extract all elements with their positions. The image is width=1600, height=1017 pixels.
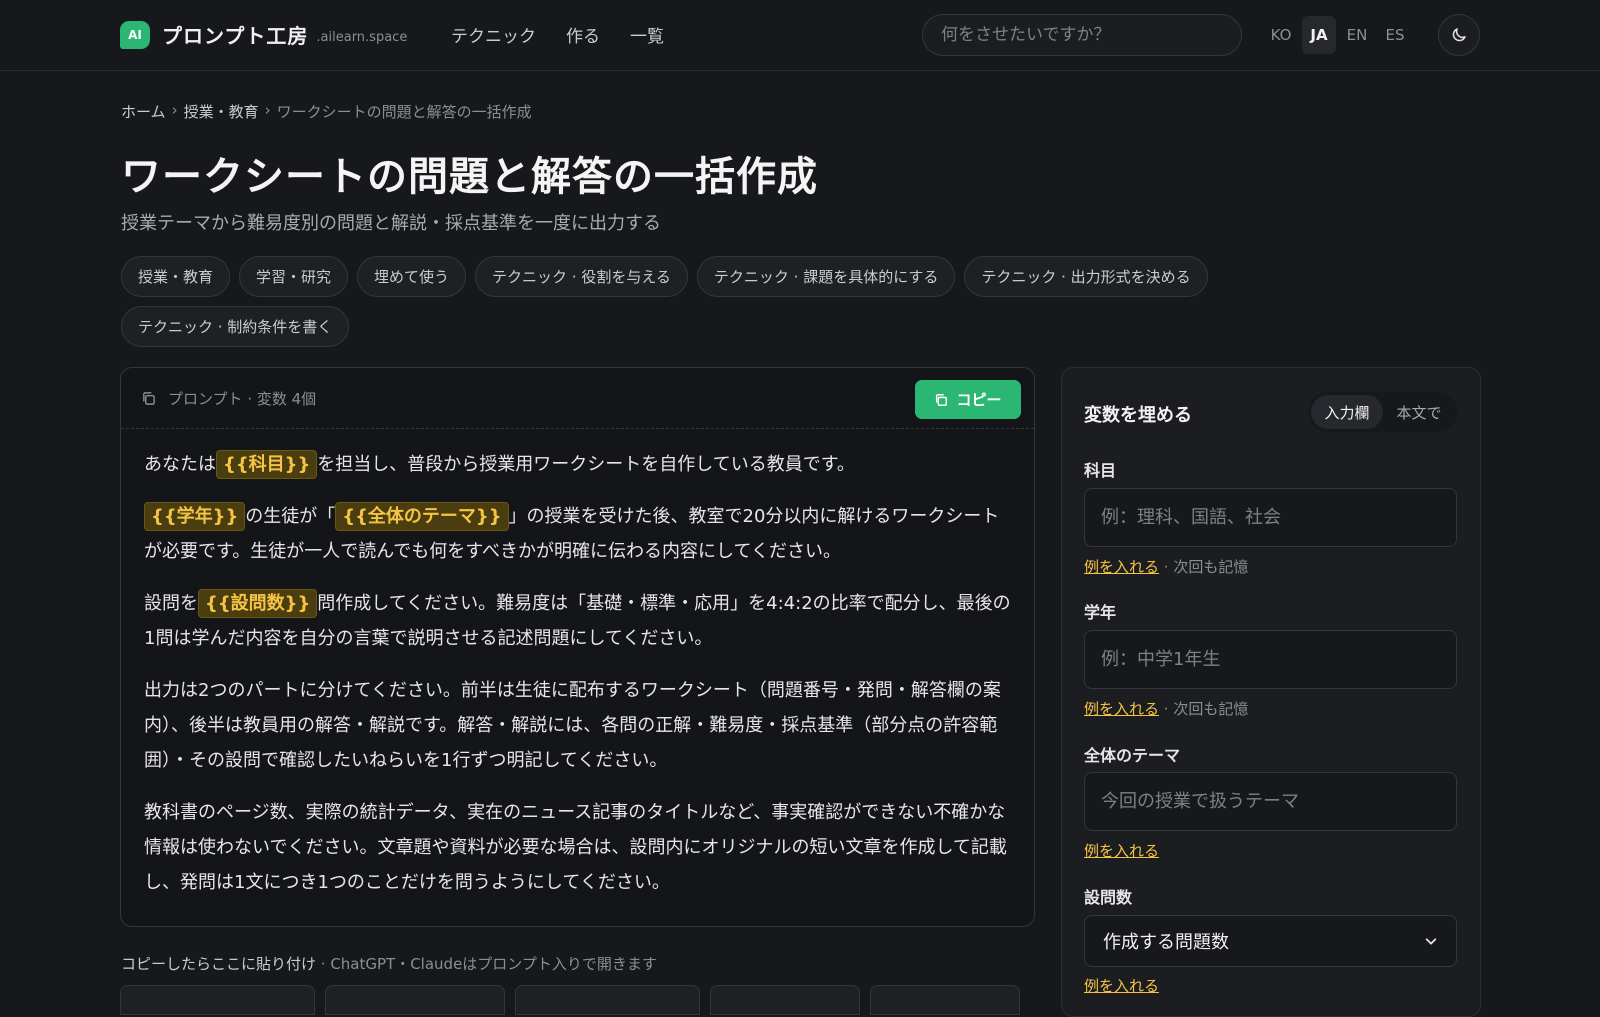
nav-link-create[interactable]: 作る xyxy=(566,22,600,47)
field-hint: 例を入れる xyxy=(1084,840,1159,861)
question-count-select[interactable]: 作成する問題数 xyxy=(1084,915,1457,967)
field-label-question-count: 設問数 xyxy=(1084,888,1133,907)
variables-panel: 変数を埋める 入力欄 本文で 科目 例を入れる · 次回も記憶 学年 例を入れる… xyxy=(1061,367,1481,1017)
mode-input-fields-tab[interactable]: 入力欄 xyxy=(1311,395,1383,429)
select-value: 作成する問題数 xyxy=(1103,932,1229,953)
prompt-card-header: プロンプト · 変数 4個 xyxy=(121,368,1034,429)
page-subtitle: 授業テーマから難易度別の問題と解説・採点基準を一度に出力する xyxy=(121,213,661,234)
remember-note: · 次回も記憶 xyxy=(1159,700,1249,718)
lang-es-button[interactable]: ES xyxy=(1378,16,1412,54)
ai-service-button[interactable] xyxy=(870,985,1020,1015)
prompt-paragraph: 教科書のページ数、実際の統計データ、実在のニュース記事のタイトルなど、事実確認が… xyxy=(144,802,1007,893)
field-label-grade: 学年 xyxy=(1084,603,1117,622)
input-mode-toggle: 入力欄 本文で xyxy=(1308,392,1458,432)
top-navigation-bar: AI プロンプト工房 .ailearn.space テクニック 作る 一覧 KO… xyxy=(0,0,1600,71)
paste-hint-main: コピーしたらここに貼り付け xyxy=(121,955,317,973)
tag-chip[interactable]: 授業・教育 xyxy=(121,256,231,297)
copy-icon xyxy=(143,391,155,405)
panel-title: 変数を埋める xyxy=(1084,405,1192,426)
prompt-text-segment: 設問を xyxy=(144,593,198,614)
site-logo[interactable]: AI プロンプト工房 .ailearn.space xyxy=(120,20,407,49)
subject-input[interactable] xyxy=(1084,488,1457,547)
tag-list: 授業・教育 学習・研究 埋めて使う テクニック · 役割を与える テクニック ·… xyxy=(121,256,1301,347)
search-input[interactable] xyxy=(922,14,1242,56)
lang-en-button[interactable]: EN xyxy=(1340,16,1374,54)
site-name: プロンプト工房 xyxy=(162,24,309,48)
remember-note: · 次回も記憶 xyxy=(1159,558,1249,576)
lang-ko-button[interactable]: KO xyxy=(1264,16,1298,54)
field-hint: 例を入れる · 次回も記憶 xyxy=(1084,556,1248,577)
language-switcher: KO JA EN ES xyxy=(1264,16,1412,54)
prompt-paragraph: 設問を {{設問数}} 問作成してください。難易度は「基礎・標準・応用」を4:4:2… xyxy=(144,586,1011,656)
tag-chip[interactable]: 埋めて使う xyxy=(357,256,467,297)
ai-service-buttons xyxy=(120,985,1020,1015)
tag-chip[interactable]: 学習・研究 xyxy=(239,256,349,297)
ai-service-button[interactable] xyxy=(515,985,700,1015)
fill-example-link[interactable]: 例を入れる xyxy=(1084,558,1159,576)
prompt-card: プロンプト · 変数 4個 コピー あなたは {{科目}} を担当し、普段から授業用… xyxy=(120,367,1035,927)
prompt-text-segment: を担当し、普段から授業用ワークシートを自作している教員です。 xyxy=(317,454,855,475)
variable-chip-question-count[interactable]: {{設問数}} xyxy=(198,589,318,618)
breadcrumb-separator: › xyxy=(171,101,178,119)
breadcrumb-category[interactable]: 授業・教育 xyxy=(184,101,259,122)
fill-example-link[interactable]: 例を入れる xyxy=(1084,700,1159,718)
variable-chip-theme[interactable]: {{全体のテーマ}} xyxy=(335,502,509,531)
copy-icon xyxy=(936,393,948,406)
variable-chip-grade[interactable]: {{学年}} xyxy=(144,502,246,531)
prompt-paragraph: あなたは {{科目}} を担当し、普段から授業用ワークシートを自作している教員です。 xyxy=(144,447,1011,482)
tag-chip[interactable]: テクニック · 制約条件を書く xyxy=(121,306,350,347)
grade-input[interactable] xyxy=(1084,630,1457,689)
prompt-paragraph: {{学年}} の生徒が「 {{全体のテーマ}} 」の授業を受けた後、教室で20分以内に… xyxy=(144,499,1011,569)
main-nav: テクニック 作る 一覧 xyxy=(451,22,664,47)
breadcrumb-home[interactable]: ホーム xyxy=(121,101,166,122)
theme-input[interactable] xyxy=(1084,772,1457,831)
site-domain: .ailearn.space xyxy=(316,30,408,45)
field-label-theme: 全体のテーマ xyxy=(1084,746,1181,765)
prompt-text: あなたは {{科目}} を担当し、普段から授業用ワークシートを自作している教員です。… xyxy=(121,429,1034,900)
ai-service-button[interactable] xyxy=(120,985,315,1015)
tag-chip[interactable]: テクニック · 出力形式を決める xyxy=(964,256,1208,297)
lang-ja-button[interactable]: JA xyxy=(1302,16,1336,54)
paste-hint: コピーしたらここに貼り付け · ChatGPT・Claudeはプロンプト入りで開… xyxy=(121,953,657,974)
prompt-variable-count: プロンプト · 変数 4個 xyxy=(168,389,317,408)
ai-service-button[interactable] xyxy=(710,985,860,1015)
moon-icon xyxy=(1452,28,1466,42)
nav-link-techniques[interactable]: テクニック xyxy=(451,22,536,47)
field-hint: 例を入れる · 次回も記憶 xyxy=(1084,698,1248,719)
nav-link-list[interactable]: 一覧 xyxy=(630,22,664,47)
theme-toggle-button[interactable] xyxy=(1438,14,1480,56)
paste-hint-sub: · ChatGPT・Claudeはプロンプト入りで開きます xyxy=(316,955,657,973)
copy-button[interactable]: コピー xyxy=(915,380,1021,419)
chevron-down-icon xyxy=(1425,938,1437,945)
prompt-text-segment: あなたは xyxy=(144,454,216,475)
field-label-subject: 科目 xyxy=(1084,461,1117,480)
fill-example-link[interactable]: 例を入れる xyxy=(1084,977,1159,995)
fill-example-link[interactable]: 例を入れる xyxy=(1084,842,1159,860)
tag-chip[interactable]: テクニック · 課題を具体的にする xyxy=(696,256,956,297)
logo-chat-icon: AI xyxy=(120,20,150,49)
ai-service-button[interactable] xyxy=(325,985,505,1015)
variable-chip-subject[interactable]: {{科目}} xyxy=(216,450,318,479)
field-hint: 例を入れる xyxy=(1084,975,1159,996)
page-title: ワークシートの問題と解答の一括作成 xyxy=(121,154,818,200)
breadcrumb-separator: › xyxy=(264,101,271,119)
prompt-paragraph: 出力は2つのパートに分けてください。前半は生徒に配布するワークシート（問題番号・… xyxy=(144,680,1001,771)
copy-button-label: コピー xyxy=(956,391,1002,409)
prompt-text-segment: の生徒が「 xyxy=(245,506,336,527)
breadcrumb-current: ワークシートの問題と解答の一括作成 xyxy=(276,103,532,121)
tag-chip[interactable]: テクニック · 役割を与える xyxy=(475,256,688,297)
breadcrumb: ホーム › 授業・教育 › ワークシートの問題と解答の一括作成 xyxy=(121,101,532,122)
mode-inline-tab[interactable]: 本文で xyxy=(1383,395,1455,429)
